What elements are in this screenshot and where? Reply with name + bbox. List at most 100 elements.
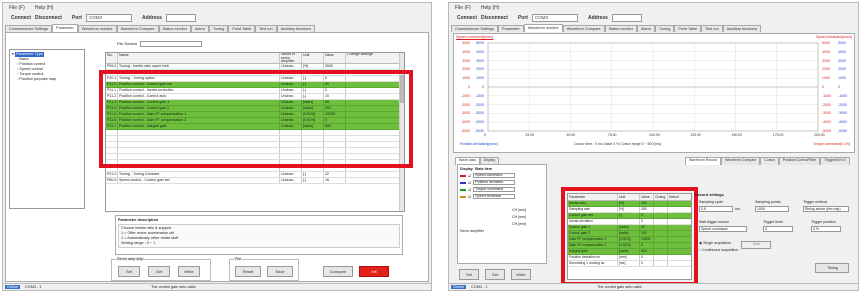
col-name[interactable]: Name	[118, 53, 280, 63]
trigger-position-input[interactable]: 0 %	[811, 226, 841, 232]
tab-point-table[interactable]: Point Table	[228, 25, 256, 32]
address-select[interactable]	[165, 14, 196, 22]
set-button[interactable]: Set	[118, 266, 140, 277]
tab-test-run[interactable]: Test run	[701, 25, 723, 32]
tree-item-purpose[interactable]: ▫ Position purpose map	[12, 77, 82, 82]
tab-auxiliary[interactable]: Auxiliary functions	[276, 25, 316, 32]
channel-color-swatch	[460, 188, 466, 191]
tab-test-run[interactable]: Test run	[255, 25, 277, 32]
menu-file[interactable]: File (F)	[455, 5, 471, 11]
disconnect-button[interactable]: Disconnect	[35, 15, 62, 21]
tab-waveform-monitor[interactable]: Waveform monitor	[523, 24, 563, 32]
tab-parameter[interactable]: Parameter	[52, 24, 78, 32]
table-cell: P21.0	[107, 172, 118, 177]
write-button[interactable]: Write	[511, 269, 531, 280]
tab-parameter[interactable]: Parameter	[498, 25, 524, 32]
waveform-plot[interactable]: Speed command[r/min] Speed feedback[r/mi…	[453, 33, 855, 153]
col-value[interactable]: Value	[324, 53, 346, 63]
highlight-box	[561, 187, 698, 286]
y-tick-left-secondary: 4000	[476, 49, 484, 54]
channel-checkbox[interactable]: ☑	[468, 188, 471, 192]
table-row[interactable]: P60.0 Speed control - Control gain set Unc…	[106, 178, 404, 184]
tab-alarm[interactable]: Alarm	[636, 25, 655, 32]
address-select[interactable]	[611, 14, 642, 22]
tab-point-table[interactable]: Point Table	[674, 25, 702, 32]
file-search-input[interactable]	[140, 41, 203, 47]
tab-status-monitor[interactable]: Status monitor	[604, 25, 637, 32]
y-tick-left: -2000	[461, 102, 470, 107]
table-cell[interactable]: 32	[324, 172, 346, 177]
y-tick-left-secondary: -2000	[475, 102, 484, 107]
tab-waveform-record[interactable]: Waveform Record	[685, 157, 722, 165]
servo-amp-label: Servo amplifier	[460, 228, 484, 233]
sampling-cycle-input[interactable]: 0.5	[699, 206, 733, 212]
menu-bar: File (F) Help (H)	[3, 3, 431, 12]
channel-checkbox[interactable]: ☑	[468, 174, 471, 178]
sampling-cycle-label: Sampling cycle	[699, 200, 724, 204]
tab-position-control[interactable]: Position/Control/Filter	[778, 157, 821, 165]
disconnect-button[interactable]: Disconnect	[481, 15, 508, 21]
col-no[interactable]: No.	[106, 53, 118, 63]
save-button[interactable]: Save	[267, 266, 293, 277]
tab-tuning[interactable]: Tuning	[208, 25, 229, 32]
y-tick-right: 0	[822, 85, 824, 89]
tab-cursor[interactable]: Cursor	[760, 157, 779, 165]
menu-help[interactable]: Help (H)	[481, 5, 500, 11]
highlight-box	[99, 70, 413, 168]
init-button[interactable]: Init	[359, 266, 389, 277]
col-change[interactable]: Change settings	[346, 53, 374, 63]
get-button[interactable]: Get	[148, 266, 170, 277]
reset-button[interactable]: Reset	[235, 266, 261, 277]
trigger-method-select[interactable]: Rising above (rim=rap)	[803, 206, 849, 212]
description-title: Parameter description	[118, 218, 159, 222]
tab-waveform-compare[interactable]: Waveform Compare	[116, 25, 159, 32]
tab-alarm[interactable]: Alarm	[190, 25, 209, 32]
tab-commissioner[interactable]: Commissioner Settings	[451, 25, 499, 32]
set-button[interactable]: Set	[459, 269, 479, 280]
table-cell[interactable]: 3000	[324, 64, 346, 69]
y-tick-right: 1000	[822, 76, 830, 81]
tab-waveform-compare-sub[interactable]: Waveform Compare	[721, 157, 761, 165]
table-cell	[346, 172, 374, 177]
timing-button[interactable]: Timing	[815, 263, 849, 273]
col-saved[interactable]: Saved in servo amplifier	[280, 53, 302, 63]
servo-group-title: Servo amp ship	[116, 257, 145, 261]
tab-status-monitor[interactable]: Status monitor	[158, 25, 191, 32]
col-unit[interactable]: Unit	[302, 53, 324, 63]
wait-trigger-select[interactable]: Speed command	[699, 226, 747, 232]
connect-button[interactable]: Connect	[11, 15, 31, 21]
channel-select[interactable]: Position deviation	[473, 180, 516, 185]
channel-checkbox[interactable]: ☑	[468, 181, 471, 185]
status-port: COM3 - 1	[471, 285, 488, 289]
port-select[interactable]: COM3	[85, 14, 132, 22]
table-cell: Tuning - Inertia ratio upper limit	[118, 64, 280, 69]
status-message: The control gain setu valid.	[151, 285, 197, 289]
x-tick: 50.00	[566, 133, 576, 137]
menu-help[interactable]: Help (H)	[35, 5, 54, 11]
sampling-points-input[interactable]: 1000	[755, 206, 789, 212]
trigger-level-input[interactable]: 0	[763, 226, 793, 232]
table-cell[interactable]: 16	[324, 178, 346, 183]
channel-checkbox[interactable]: ☑	[468, 195, 471, 199]
continuous-acquisition-radio[interactable]: ○ Continuous acquisition	[699, 248, 738, 252]
channel-select[interactable]: Torque command	[473, 187, 516, 192]
tab-trigger[interactable]: Trigger/Ext IO	[820, 157, 850, 165]
start-button[interactable]: Start	[741, 241, 771, 249]
channel-select[interactable]: Speed feedback	[473, 194, 516, 199]
get-button[interactable]: Get	[485, 269, 505, 280]
tab-waveform-monitor[interactable]: Waveform monitor	[77, 25, 117, 32]
connect-button[interactable]: Connect	[457, 15, 477, 21]
write-button[interactable]: Write	[178, 266, 200, 277]
tab-waveform-compare[interactable]: Waveform Compare	[562, 25, 605, 32]
parameter-tree[interactable]: ▾ Parameter Type ▫ Basic ▫ Position cont…	[9, 49, 85, 209]
channel-select[interactable]: Speed command	[473, 173, 516, 178]
port-select[interactable]: COM3	[531, 14, 578, 22]
plot-bottom-left: Position deviation[pulse]	[460, 142, 498, 146]
menu-file[interactable]: File (F)	[9, 5, 25, 11]
compare-button[interactable]: Compare	[323, 266, 353, 277]
channel-row: ☑ Torque command	[458, 186, 546, 193]
tab-commissioner[interactable]: Commissioner Settings	[5, 25, 53, 32]
tab-tuning[interactable]: Tuning	[654, 25, 675, 32]
single-acquisition-radio[interactable]: ◉ Single acquisition	[699, 241, 731, 245]
tab-auxiliary[interactable]: Auxiliary functions	[722, 25, 762, 32]
